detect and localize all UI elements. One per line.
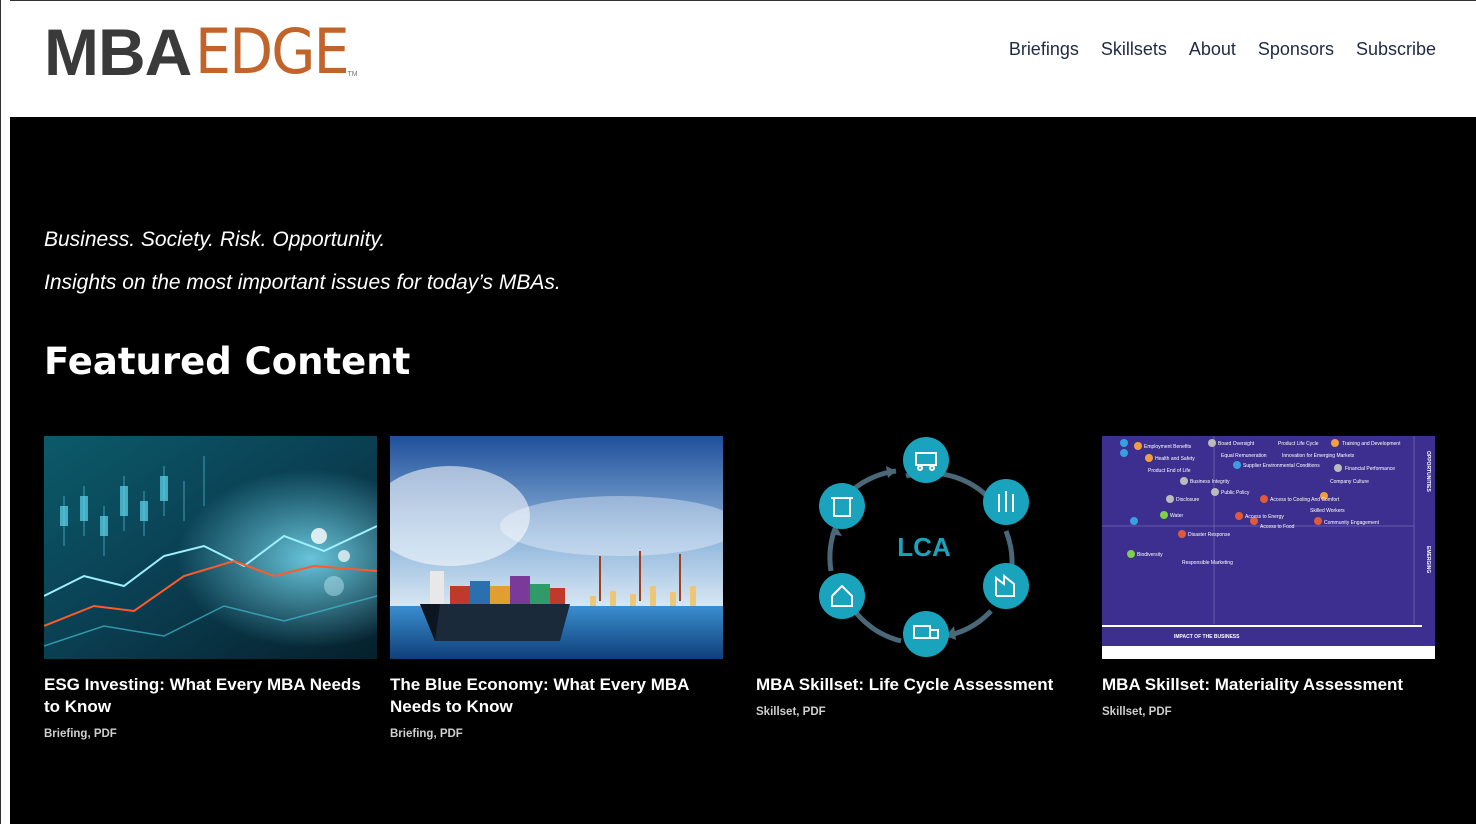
matrix-label: Public Policy	[1221, 490, 1250, 496]
matrix-label: Training and Development	[1342, 441, 1401, 447]
nav-briefings[interactable]: Briefings	[1009, 39, 1079, 60]
nav-sponsors[interactable]: Sponsors	[1258, 39, 1334, 60]
matrix-label: Supplier Environmental Conditions	[1243, 463, 1320, 469]
matrix-axis-emerging: EMERGING	[1425, 546, 1431, 573]
card-title[interactable]: ESG Investing: What Every MBA Needs to K…	[44, 674, 377, 718]
financial-chart-image[interactable]	[44, 436, 377, 659]
main-nav: Briefings Skillsets About Sponsors Subsc…	[1009, 39, 1436, 60]
card-meta: Skillset, PDF	[756, 706, 826, 718]
matrix-label: Product End of Life	[1148, 468, 1191, 474]
featured-content-heading: Featured Content	[44, 340, 411, 383]
card-title[interactable]: MBA Skillset: Life Cycle Assessment	[756, 674, 1089, 696]
card-meta: Briefing, PDF	[390, 728, 463, 740]
featured-card-blue-economy[interactable]: The Blue Economy: What Every MBA Needs t…	[390, 436, 723, 740]
matrix-label: Employment Benefits	[1144, 444, 1192, 450]
matrix-label: Product Life Cycle	[1278, 441, 1319, 447]
matrix-label: Company Culture	[1330, 479, 1369, 485]
featured-card-lca[interactable]: LCA MBA Skillset: Life Cycle Assessment …	[756, 436, 1089, 718]
matrix-label: Business Integrity	[1190, 479, 1230, 485]
matrix-label: Responsible Marketing	[1182, 560, 1233, 566]
matrix-label: Biodiversity	[1137, 552, 1163, 558]
logo-edge-text: EDGE	[195, 15, 350, 88]
matrix-axis-opportunities: OPPORTUNITIES	[1425, 451, 1431, 493]
logo-trademark: TM	[347, 71, 358, 78]
matrix-label: Access to Energy	[1245, 514, 1284, 520]
matrix-label: Community Engagement	[1324, 520, 1380, 526]
matrix-label: Disaster Response	[1188, 532, 1230, 538]
matrix-label: Access to Cooling And Comfort	[1270, 497, 1340, 503]
lca-cycle-diagram[interactable]: LCA	[756, 436, 1089, 659]
featured-card-esg[interactable]: ESG Investing: What Every MBA Needs to K…	[44, 436, 377, 740]
card-meta: Skillset, PDF	[1102, 706, 1172, 718]
hero-section: Business. Society. Risk. Opportunity. In…	[10, 117, 1476, 824]
matrix-label: Innovation for Emerging Markets	[1282, 453, 1355, 459]
matrix-axis-x: IMPACT OF THE BUSINESS	[1174, 634, 1240, 640]
tagline-primary: Business. Society. Risk. Opportunity.	[44, 228, 386, 251]
site-logo[interactable]: MBA EDGE TM	[44, 19, 358, 89]
matrix-label: Skilled Workers	[1310, 508, 1345, 514]
cargo-ship-image[interactable]	[390, 436, 723, 659]
nav-subscribe[interactable]: Subscribe	[1356, 39, 1436, 60]
materiality-matrix-image[interactable]: Employment Benefits Board Oversight Prod…	[1102, 436, 1435, 659]
page-border	[0, 0, 10, 824]
nav-about[interactable]: About	[1189, 39, 1236, 60]
card-title[interactable]: MBA Skillset: Materiality Assessment	[1102, 674, 1435, 696]
card-title[interactable]: The Blue Economy: What Every MBA Needs t…	[390, 674, 723, 718]
matrix-label: Financial Performance	[1345, 466, 1395, 472]
matrix-label: Access to Food	[1260, 524, 1295, 530]
card-meta: Briefing, PDF	[44, 728, 117, 740]
lca-label: LCA	[897, 532, 951, 562]
logo-mba-text: MBA	[44, 15, 192, 89]
featured-card-materiality[interactable]: Employment Benefits Board Oversight Prod…	[1102, 436, 1435, 718]
matrix-label: Disclosure	[1176, 497, 1200, 503]
matrix-label: Board Oversight	[1218, 441, 1255, 447]
nav-skillsets[interactable]: Skillsets	[1101, 39, 1167, 60]
site-header: MBA EDGE TM Briefings Skillsets About Sp…	[10, 0, 1476, 117]
matrix-label: Equal Remuneration	[1221, 453, 1267, 459]
matrix-label: Water	[1170, 513, 1183, 519]
tagline-secondary: Insights on the most important issues fo…	[44, 271, 561, 294]
matrix-label: Health and Safety	[1155, 456, 1195, 462]
